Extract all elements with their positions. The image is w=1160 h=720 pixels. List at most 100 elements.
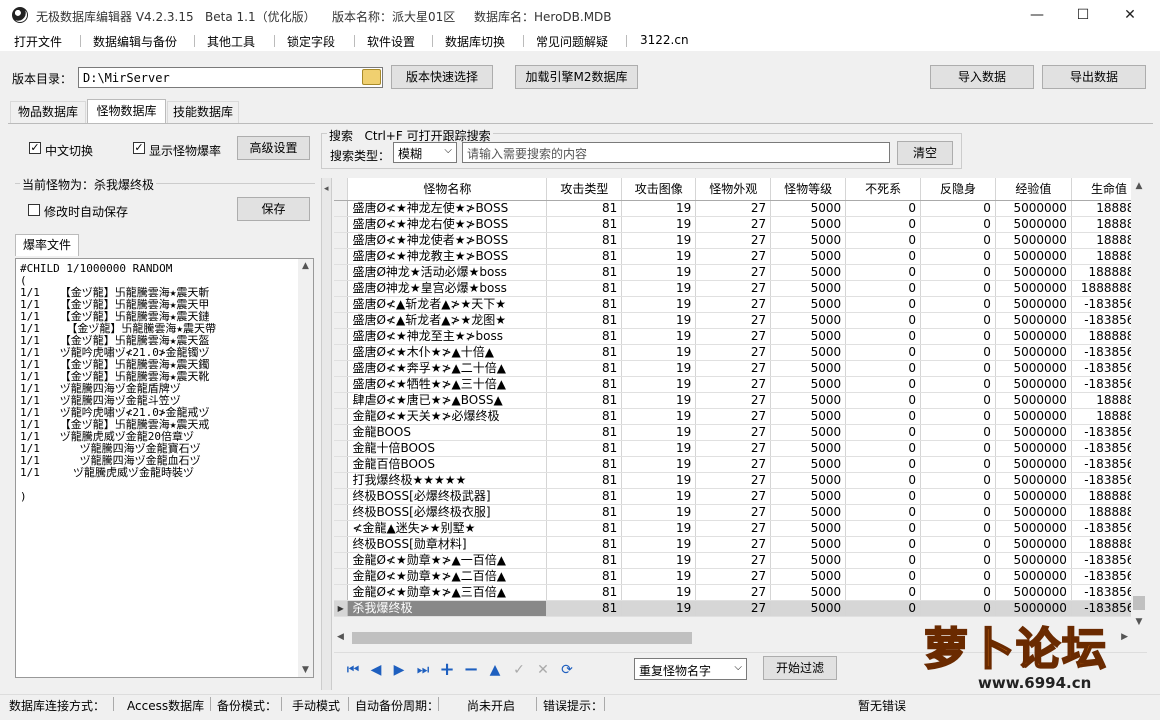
col-header-exp[interactable]: 经验值 xyxy=(995,178,1072,201)
table-cell[interactable]: 27 xyxy=(695,296,772,313)
table-cell[interactable]: 27 xyxy=(695,504,772,521)
table-cell[interactable]: 81 xyxy=(546,328,623,345)
table-cell[interactable]: 5000 xyxy=(770,424,847,441)
table-cell[interactable]: 27 xyxy=(695,264,772,281)
table-cell[interactable]: 81 xyxy=(546,296,623,313)
table-cell[interactable]: 5000 xyxy=(770,392,847,409)
table-cell[interactable]: 27 xyxy=(695,536,772,553)
add-record-icon[interactable]: + xyxy=(437,660,457,680)
table-cell[interactable]: 0 xyxy=(920,296,996,313)
col-header-name[interactable]: 怪物名称 xyxy=(347,178,548,201)
prev-record-icon[interactable]: ◀ xyxy=(366,660,386,680)
row-indicator[interactable] xyxy=(334,280,349,297)
table-cell[interactable]: 5000000 xyxy=(995,424,1072,441)
table-cell[interactable]: 27 xyxy=(695,584,772,601)
cell-monster-name[interactable]: 盛唐Ø≮★牺牲★≯▲三十倍▲ xyxy=(347,376,548,393)
cell-monster-name[interactable]: 盛唐Ø≮★木仆★≯▲十倍▲ xyxy=(347,344,548,361)
table-cell[interactable]: 5000 xyxy=(770,600,847,617)
table-cell[interactable]: 19 xyxy=(621,440,697,457)
table-row[interactable]: 金龍BOOS 81 19 27 5000 0 0 5000000 -1838561 xyxy=(334,424,1147,441)
maximize-button[interactable]: ☐ xyxy=(1060,0,1106,31)
table-cell[interactable]: 5000 xyxy=(770,216,847,233)
table-cell[interactable]: 0 xyxy=(920,200,996,217)
table-cell[interactable]: 27 xyxy=(695,440,772,457)
table-cell[interactable]: 27 xyxy=(695,312,772,329)
table-cell[interactable]: 19 xyxy=(621,472,697,489)
table-cell[interactable]: 19 xyxy=(621,296,697,313)
cell-monster-name[interactable]: 金龍百倍BOOS xyxy=(347,456,548,473)
search-input[interactable]: 请输入需要搜索的内容 xyxy=(462,142,890,163)
minimize-button[interactable]: — xyxy=(1014,0,1060,31)
menu-software-settings[interactable]: 软件设置 xyxy=(367,33,415,50)
grid-vertical-scrollbar[interactable]: ▲ ▼ xyxy=(1131,178,1147,629)
filter-type-select[interactable]: 重复怪物名字 ⌵ xyxy=(634,658,747,680)
table-cell[interactable]: 0 xyxy=(845,216,922,233)
table-cell[interactable]: 5000000 xyxy=(995,472,1072,489)
auto-save-checkbox[interactable] xyxy=(28,204,40,216)
table-cell[interactable]: 19 xyxy=(621,376,697,393)
table-cell[interactable]: 5000000 xyxy=(995,376,1072,393)
menu-lock-fields[interactable]: 锁定字段 xyxy=(287,33,335,50)
row-indicator[interactable] xyxy=(334,344,349,361)
table-cell[interactable]: 0 xyxy=(920,568,996,585)
table-cell[interactable]: 0 xyxy=(920,232,996,249)
table-cell[interactable]: 0 xyxy=(845,488,922,505)
row-indicator[interactable] xyxy=(334,424,349,441)
row-indicator[interactable] xyxy=(334,456,349,473)
table-cell[interactable]: 19 xyxy=(621,584,697,601)
table-cell[interactable]: 5000000 xyxy=(995,536,1072,553)
cell-monster-name[interactable]: 金龍Ø≮★勋章★≯▲三百倍▲ xyxy=(347,584,548,601)
table-cell[interactable]: 5000 xyxy=(770,312,847,329)
table-cell[interactable]: 0 xyxy=(920,344,996,361)
table-cell[interactable]: 0 xyxy=(920,424,996,441)
table-cell[interactable]: 27 xyxy=(695,520,772,537)
row-indicator[interactable] xyxy=(334,520,349,537)
cell-monster-name[interactable]: 盛唐Ø≮★神龙教主★≯BOSS xyxy=(347,248,548,265)
table-cell[interactable]: 27 xyxy=(695,408,772,425)
table-cell[interactable]: 5000 xyxy=(770,376,847,393)
table-cell[interactable]: 81 xyxy=(546,424,623,441)
table-cell[interactable]: 5000000 xyxy=(995,296,1072,313)
table-row[interactable]: 盛唐Ø≮▲斩龙者▲≯★天下★ 81 19 27 5000 0 0 5000000 -183856… xyxy=(334,296,1147,313)
save-button[interactable]: 保存 xyxy=(237,197,310,221)
table-row[interactable]: 盛唐Ø≮★神龙右使★≯BOSS 81 19 27 5000 0 0 5000000 188888 xyxy=(334,216,1147,233)
table-cell[interactable]: 0 xyxy=(920,456,996,473)
drop-file-editor[interactable]: #CHILD 1/1000000 RANDOM(1/1 【金ヅ龍】卐龍騰雲海★震… xyxy=(15,258,314,678)
table-cell[interactable]: 0 xyxy=(920,392,996,409)
table-cell[interactable]: 0 xyxy=(920,600,996,617)
first-record-icon[interactable]: ⏮ xyxy=(343,660,363,680)
table-cell[interactable]: 81 xyxy=(546,456,623,473)
edit-record-icon[interactable]: ▲ xyxy=(485,660,505,680)
table-cell[interactable]: 19 xyxy=(621,552,697,569)
table-cell[interactable]: 19 xyxy=(621,200,697,217)
table-cell[interactable]: 0 xyxy=(920,376,996,393)
col-header-attack-image[interactable]: 攻击图像 xyxy=(621,178,697,201)
table-cell[interactable]: 19 xyxy=(621,344,697,361)
table-cell[interactable]: 0 xyxy=(920,584,996,601)
row-indicator[interactable] xyxy=(334,216,349,233)
col-header-anti-stealth[interactable]: 反隐身 xyxy=(920,178,996,201)
table-cell[interactable]: 19 xyxy=(621,232,697,249)
tab-monster-db[interactable]: 怪物数据库 xyxy=(87,99,166,123)
table-cell[interactable]: 81 xyxy=(546,472,623,489)
row-indicator[interactable] xyxy=(334,264,349,281)
table-cell[interactable]: 5000 xyxy=(770,536,847,553)
table-cell[interactable]: 5000 xyxy=(770,280,847,297)
cell-monster-name[interactable]: 盛唐Ø≮★神龙右使★≯BOSS xyxy=(347,216,548,233)
table-cell[interactable]: 27 xyxy=(695,424,772,441)
cell-monster-name[interactable]: 金龍十倍BOOS xyxy=(347,440,548,457)
table-cell[interactable]: 19 xyxy=(621,312,697,329)
table-row[interactable]: 盛唐Ø≮▲斩龙者▲≯★龙图★ 81 19 27 5000 0 0 5000000 -183856… xyxy=(334,312,1147,329)
table-row[interactable]: 盛唐Ø≮★神龙左使★≯BOSS 81 19 27 5000 0 0 5000000 188888 xyxy=(334,200,1147,217)
table-cell[interactable]: 81 xyxy=(546,552,623,569)
table-cell[interactable]: 0 xyxy=(920,536,996,553)
table-cell[interactable]: 19 xyxy=(621,504,697,521)
row-indicator[interactable] xyxy=(334,472,349,489)
table-cell[interactable]: 0 xyxy=(845,328,922,345)
cell-monster-name[interactable]: 终极BOSS[勋章材料] xyxy=(347,536,548,553)
cell-monster-name[interactable]: 金龍BOOS xyxy=(347,424,548,441)
table-cell[interactable]: 5000000 xyxy=(995,248,1072,265)
refresh-icon[interactable]: ⟳ xyxy=(557,660,577,680)
table-cell[interactable]: 81 xyxy=(546,584,623,601)
tab-item-db[interactable]: 物品数据库 xyxy=(10,101,86,123)
